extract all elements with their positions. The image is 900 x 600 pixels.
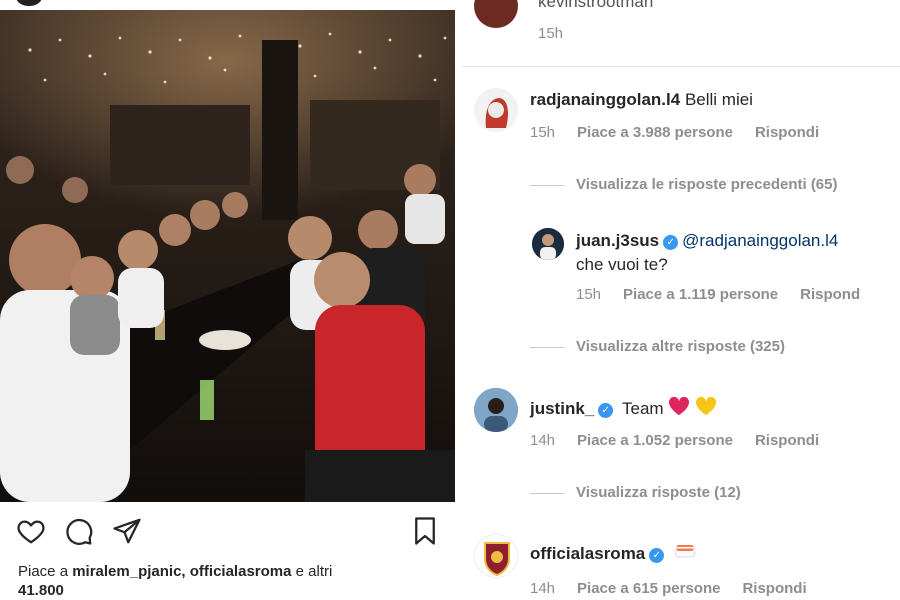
comment-2-time: 15h	[576, 286, 602, 303]
comment-1-meta: 15h Piace a 3.988 persone Rispondi	[530, 124, 841, 141]
divider-line	[530, 492, 564, 494]
comment-3-reply-button[interactable]: Rispondi	[755, 432, 819, 449]
comment-1-view-replies[interactable]: Visualizza le risposte precedenti (65)	[530, 176, 838, 193]
comment-2-likes[interactable]: Piace a 1.119 persone	[623, 286, 778, 303]
comment-1-reply-button[interactable]: Rispondi	[755, 124, 819, 141]
comment-3-time: 14h	[530, 432, 556, 449]
comment-3-body: justink_ ✓ Team	[530, 396, 717, 419]
avatar[interactable]	[474, 88, 518, 132]
comment-2-reply-button[interactable]: Rispond	[800, 286, 860, 303]
comment-1-text: Belli miei	[684, 90, 753, 109]
comment-3-text: Team	[621, 399, 664, 418]
top-comment-time: 15h	[538, 25, 585, 42]
post-header	[0, 0, 455, 8]
verified-badge-icon: ✓	[663, 235, 679, 250]
likes-users[interactable]: miralem_pjanic, officialasroma	[72, 563, 291, 580]
comment-divider	[462, 66, 900, 67]
verified-badge-icon: ✓	[649, 548, 665, 563]
comment-3-meta: 14h Piace a 1.052 persone Rispondi	[530, 432, 841, 449]
likes-count[interactable]: 41.800	[18, 582, 64, 599]
likes-prefix: Piace a	[18, 563, 73, 580]
comment-3-likes[interactable]: Piace a 1.052 persone	[577, 432, 733, 449]
likes-summary[interactable]: Piace a miralem_pjanic, officialasroma e…	[18, 562, 448, 600]
comment-1-username[interactable]: radjanainggolan.l4	[530, 90, 680, 109]
avatar[interactable]	[532, 228, 564, 260]
red-heart-icon	[669, 396, 690, 416]
comment-4-body: officialasroma ✓	[530, 541, 697, 564]
avatar[interactable]	[474, 534, 518, 578]
as-roma-logo-icon	[484, 542, 510, 577]
sushi-icon	[674, 545, 696, 558]
comment-2-view-replies[interactable]: Visualizza altre risposte (325)	[530, 338, 785, 355]
comment-2-meta: 15h Piace a 1.119 persone Rispond	[576, 286, 882, 303]
avatar-image	[474, 388, 518, 432]
share-icon[interactable]	[112, 516, 142, 546]
post-panel: Piace a miralem_pjanic, officialasroma e…	[0, 0, 455, 600]
post-actions-bar	[0, 510, 455, 554]
avatar-image	[532, 228, 564, 260]
comment-4-likes[interactable]: Piace a 615 persone	[577, 580, 720, 597]
comment-3-username[interactable]: justink_	[530, 399, 594, 418]
comment-4-meta: 14h Piace a 615 persone Rispondi	[530, 580, 829, 597]
yellow-heart-icon	[696, 396, 717, 416]
comment-icon[interactable]	[64, 516, 94, 546]
view-replies-text: Visualizza risposte (12)	[576, 484, 741, 501]
verified-badge-icon: ✓	[598, 403, 614, 418]
heart-icon[interactable]	[16, 516, 46, 546]
comment-4-time: 14h	[530, 580, 556, 597]
avatar[interactable]	[474, 0, 518, 28]
comment-2-text: che vuoi te?	[576, 255, 668, 274]
post-photo[interactable]	[0, 10, 455, 502]
avatar[interactable]	[474, 388, 518, 432]
comment-1-body: radjanainggolan.l4 Belli miei	[530, 90, 753, 110]
view-replies-text: Visualizza altre risposte (325)	[576, 338, 785, 355]
view-replies-text: Visualizza le risposte precedenti (65)	[576, 176, 838, 193]
comment-4-username[interactable]: officialasroma	[530, 544, 645, 563]
panel-gap	[455, 0, 462, 600]
top-comment-username[interactable]: kevinstrootman	[538, 0, 653, 12]
comment-3-view-replies[interactable]: Visualizza risposte (12)	[530, 484, 741, 501]
likes-suffix: e altri	[291, 563, 333, 580]
comment-2-username[interactable]: juan.j3sus	[576, 231, 659, 250]
divider-line	[530, 346, 564, 348]
restaurant-group-photo	[0, 10, 455, 502]
comments-panel: kevinstrootman 15h radjanainggolan.l4 Be…	[462, 0, 900, 600]
divider-line	[530, 184, 564, 186]
comment-1-likes[interactable]: Piace a 3.988 persone	[577, 124, 733, 141]
comment-2-mention[interactable]: @radjanainggolan.l4	[682, 231, 838, 250]
bookmark-icon[interactable]	[410, 516, 440, 546]
time-text: 15h	[538, 25, 564, 42]
avatar-image	[474, 88, 518, 132]
post-author-avatar[interactable]	[16, 0, 42, 6]
comment-2-body: juan.j3sus ✓ @radjanainggolan.l4 che vuoi …	[576, 229, 896, 277]
comment-1-time: 15h	[530, 124, 556, 141]
comment-4-reply-button[interactable]: Rispondi	[742, 580, 806, 597]
username-text: kevinstrootman	[538, 0, 654, 11]
